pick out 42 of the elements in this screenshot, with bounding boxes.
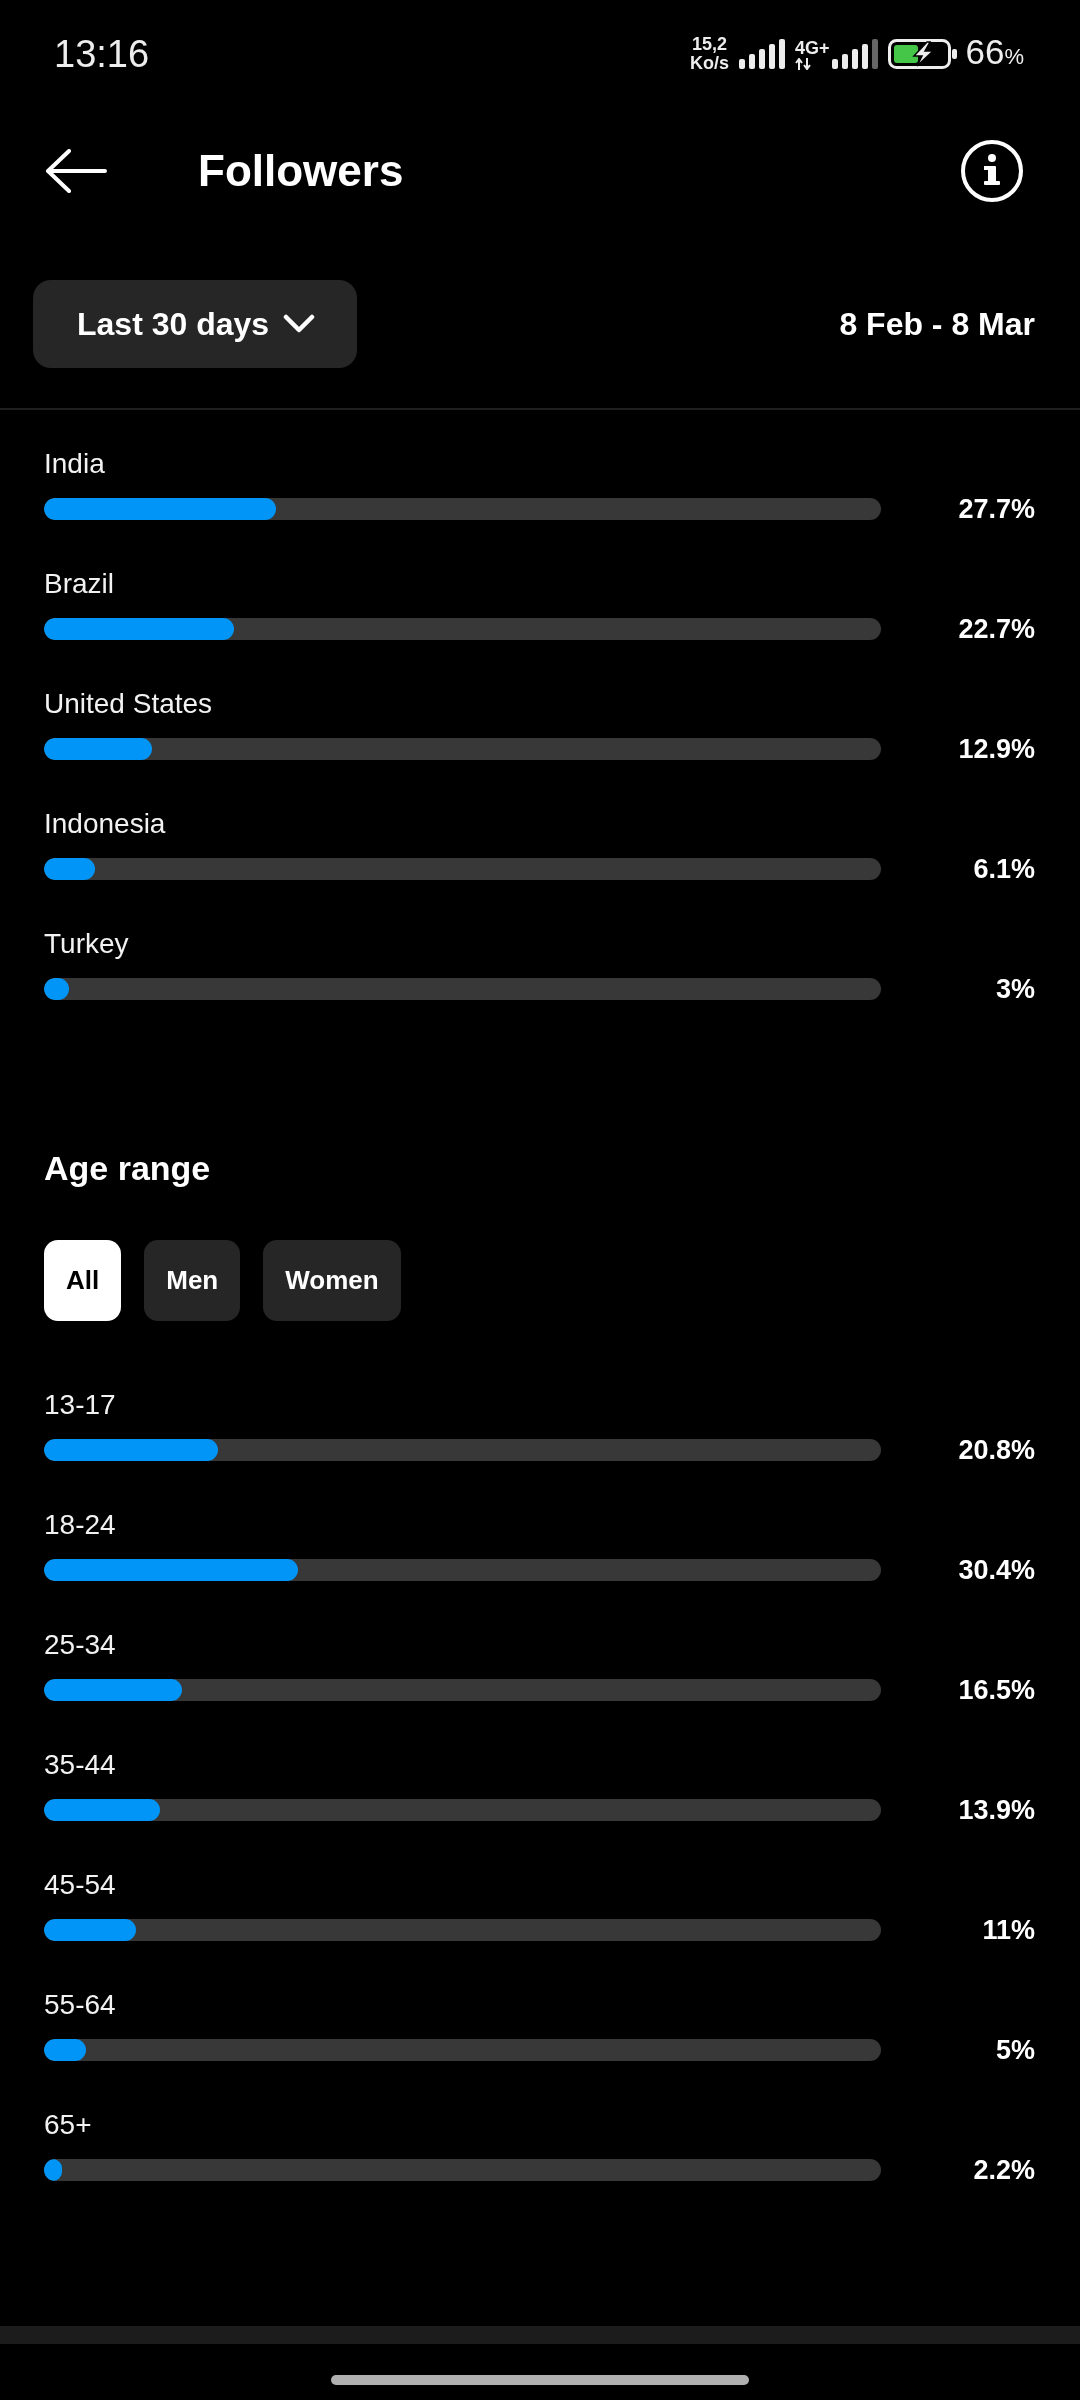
country-name: Turkey [44,927,129,961]
percentage-value: 22.7% [957,613,1035,645]
percentage-value: 30.4% [957,1554,1035,1586]
info-icon[interactable] [961,140,1023,202]
percentage-value: 16.5% [957,1674,1035,1706]
age-range-label: 55-64 [44,1988,116,2022]
percentage-value: 5% [994,2034,1035,2066]
percentage-value: 6.1% [972,853,1035,885]
percentage-value: 13.9% [957,1794,1035,1826]
network-speed-value: 15,2 [691,35,727,54]
data-arrows-icon [794,58,811,70]
age-range-label: 25-34 [44,1628,116,1662]
percentage-value: 2.2% [972,2154,1035,2186]
section-title: Age range [44,1148,211,1188]
percentage-value: 27.7% [957,493,1035,525]
back-arrow-icon[interactable] [45,149,107,193]
percentage-value: 3% [994,973,1035,1005]
country-name: India [44,447,105,481]
network-speed-unit: Ko/s [689,54,729,73]
country-name: Brazil [44,567,114,601]
page-title: Followers [198,145,404,197]
percentage-value: 20.8% [957,1434,1035,1466]
age-range-label: 45-54 [44,1868,116,1902]
age-range-label: 13-17 [44,1388,116,1422]
country-name: Indonesia [44,807,166,841]
status-time: 13:16 [54,32,150,76]
age-range-label: 18-24 [44,1508,116,1542]
signal-icon [738,39,785,69]
age-range-label: 65+ [44,2108,92,2142]
filter-tab[interactable]: All [44,1240,122,1321]
filter-tab[interactable]: Men [144,1240,241,1321]
filter-tab[interactable]: Women [263,1240,401,1321]
percentage-value: 11% [981,1914,1035,1946]
date-range: 8 Feb - 8 Mar [839,305,1035,343]
percentage-value: 12.9% [957,733,1035,765]
country-name: United States [44,687,213,721]
network-type-label: 4G+ [794,38,830,58]
period-dropdown[interactable]: Last 30 days [33,280,358,368]
chevron-down-icon [283,314,316,334]
battery-percentage: 66% [965,31,1024,73]
age-range-label: 35-44 [44,1748,116,1782]
signal-icon [831,39,878,69]
